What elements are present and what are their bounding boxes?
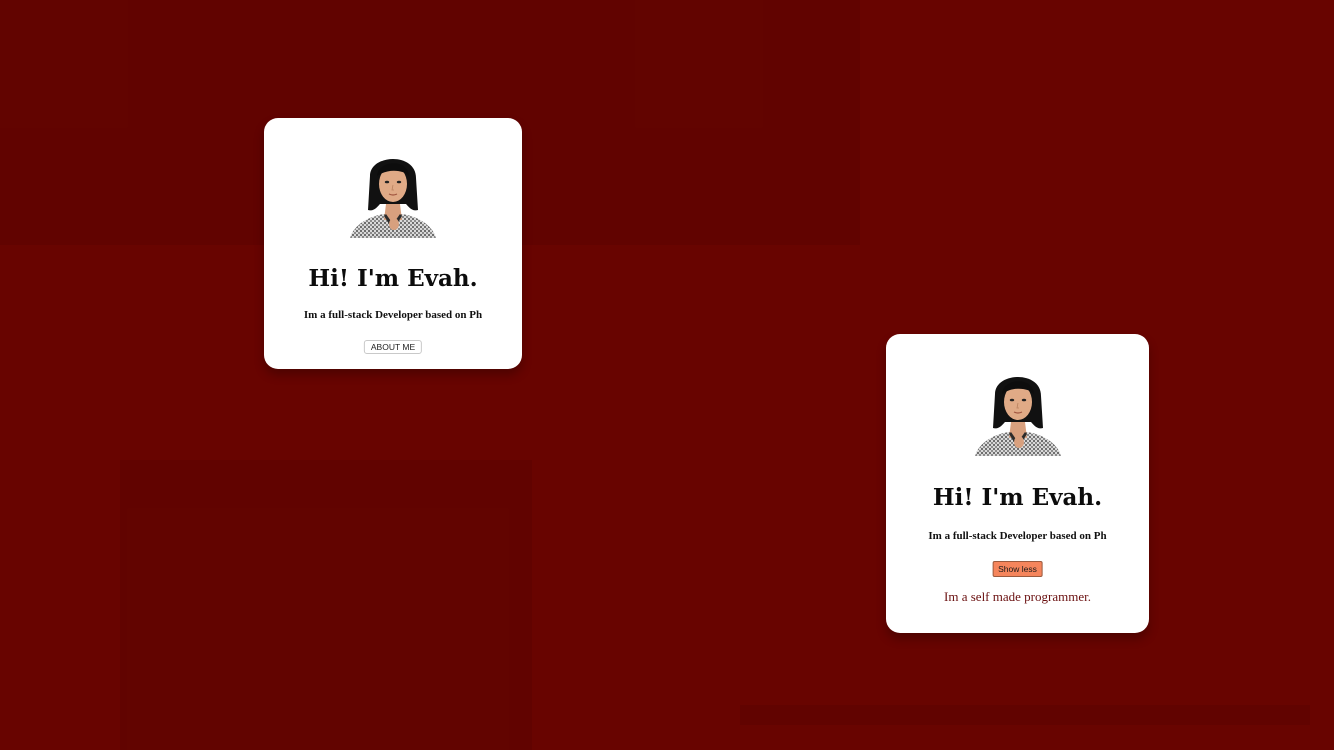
profile-card-expanded: Hi! I'm Evah. Im a full-stack Developer …: [886, 334, 1149, 633]
subtitle: Im a full-stack Developer based on Ph: [928, 530, 1107, 542]
avatar-portrait-icon: [973, 364, 1063, 456]
background-band: [120, 460, 532, 750]
headline: Hi! I'm Evah.: [932, 484, 1103, 511]
subtitle: Im a full-stack Developer based on Ph: [303, 309, 483, 321]
profile-card-collapsed: Hi! I'm Evah. Im a full-stack Developer …: [264, 118, 522, 369]
page-background: Hi! I'm Evah. Im a full-stack Developer …: [0, 0, 1334, 750]
show-less-button[interactable]: Show less: [992, 561, 1043, 577]
about-more-text: Im a self made programmer.: [944, 589, 1091, 604]
background-band: [740, 705, 1310, 725]
about-me-button[interactable]: ABOUT ME: [363, 340, 423, 354]
avatar-portrait-icon: [348, 146, 438, 238]
headline: Hi! I'm Evah.: [308, 265, 478, 292]
